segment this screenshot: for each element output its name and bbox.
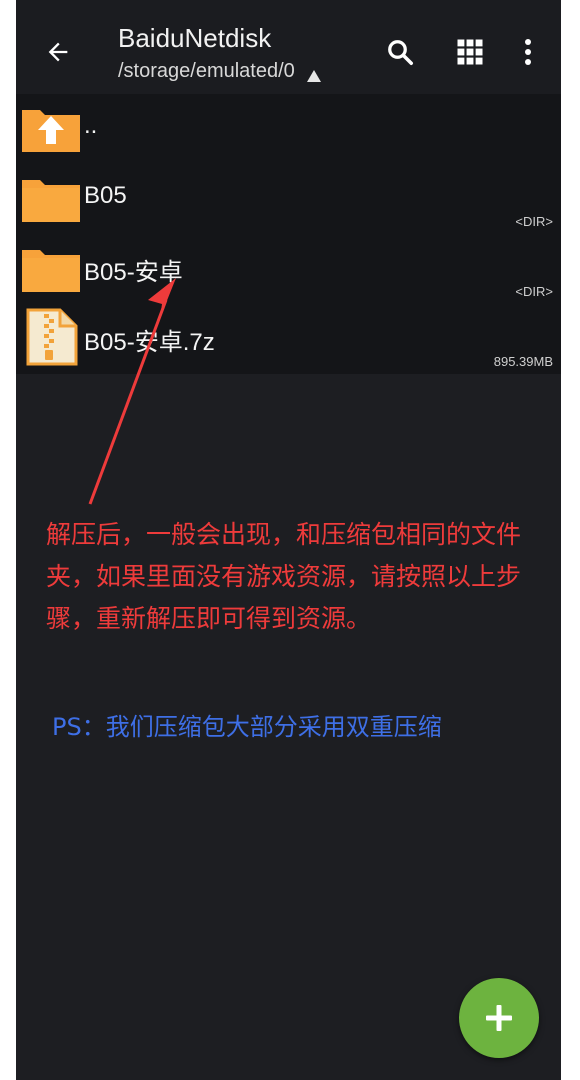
file-list: .. B05 <DIR> B05-安卓 <DIR> B05-安卓.7z 895.…	[16, 94, 561, 374]
search-icon	[388, 40, 413, 65]
search-button[interactable]	[376, 28, 424, 76]
file-name: B05	[84, 182, 127, 209]
file-meta: <DIR>	[515, 284, 553, 299]
file-name: B05-安卓.7z	[84, 329, 215, 356]
more-options-button[interactable]	[506, 28, 550, 76]
file-name: B05-安卓	[84, 259, 183, 286]
page-title: BaiduNetdisk	[118, 23, 272, 53]
file-meta: 895.39MB	[493, 354, 553, 369]
more-vert-icon	[525, 39, 531, 65]
file-meta: <DIR>	[515, 214, 553, 229]
current-path: /storage/emulated/0	[118, 60, 295, 82]
annotation-red-note: 解压后，一般会出现，和压缩包相同的文件夹，如果里面没有游戏资源，请按照以上步骤，…	[46, 520, 522, 633]
path-selector[interactable]: /storage/emulated/0	[118, 60, 321, 83]
archive-file-icon	[26, 308, 78, 366]
list-item[interactable]: B05-安卓 <DIR>	[16, 234, 561, 304]
grid-view-icon	[457, 39, 483, 65]
app-frame: BaiduNetdisk /storage/emulated/0 .. B05 …	[16, 0, 561, 1080]
arrow-left-icon	[48, 42, 68, 62]
toolbar: BaiduNetdisk /storage/emulated/0	[16, 0, 561, 94]
folder-icon	[22, 180, 80, 222]
grid-view-button[interactable]	[446, 28, 494, 76]
file-name: ..	[84, 112, 98, 139]
plus-icon	[486, 1005, 512, 1031]
folder-icon	[22, 250, 80, 292]
list-item[interactable]: B05-安卓.7z 895.39MB	[16, 304, 561, 374]
triangle-icon	[306, 69, 321, 82]
folder-up-icon	[22, 110, 80, 152]
list-item[interactable]: ..	[16, 94, 561, 164]
add-button[interactable]	[459, 978, 539, 1058]
back-button[interactable]	[36, 28, 80, 76]
list-item[interactable]: B05 <DIR>	[16, 164, 561, 234]
annotation-blue-note: PS：我们压缩包大部分采用双重压缩	[52, 713, 442, 741]
